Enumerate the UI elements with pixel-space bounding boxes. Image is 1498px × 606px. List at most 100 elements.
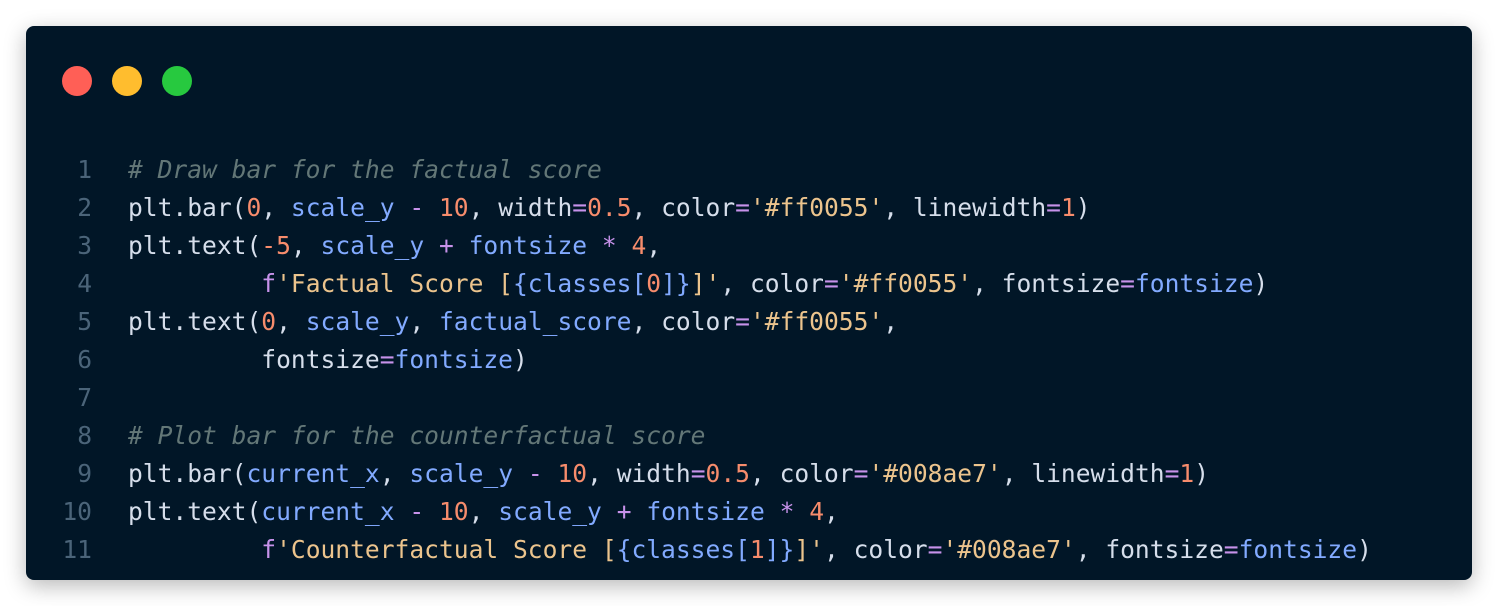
code-line: 2 plt.bar(0, scale_y - 10, width=0.5, col… [26, 189, 1472, 227]
code-line: 9 plt.bar(current_x, scale_y - 10, width=… [26, 455, 1472, 493]
code-token-plain: , [468, 497, 499, 526]
code-token-var: fontsize [394, 345, 513, 374]
code-token-plain: ) [1075, 193, 1091, 222]
code-token-var: {classes[ [616, 535, 750, 564]
code-token-op: = [735, 307, 750, 336]
code-token-num: -5 [261, 231, 291, 260]
code-token-plain: , [646, 231, 662, 260]
maximize-dot-icon[interactable] [162, 66, 192, 96]
line-number: 1 [77, 155, 92, 184]
code-token-op: * [779, 497, 795, 526]
code-token-plain: , color [823, 535, 928, 564]
code-token-plain: plt.bar( [128, 459, 247, 488]
code-token-plain: fontsize [128, 345, 380, 374]
code-token-str: ]' [794, 535, 824, 564]
code-token-str: '#008ae7' [868, 459, 1002, 488]
code-token-op: - [409, 193, 425, 222]
code-token-comment: # Draw bar for the factual score [128, 155, 602, 184]
code-token-num: 1 [1179, 459, 1195, 488]
code-token-var: ]} [661, 269, 691, 298]
code-line: 11 f'Counterfactual Score [{classes[1]}]… [26, 531, 1472, 569]
code-token-plain: , [379, 459, 410, 488]
code-token-plain: , [261, 193, 291, 222]
code-text: f'Counterfactual Score [{classes[1]}]', … [128, 531, 1372, 569]
code-token-plain: , [409, 307, 439, 336]
code-token-op: = [823, 269, 839, 298]
code-token-var: current_x [261, 497, 395, 526]
code-token-num: 4 [631, 231, 647, 260]
code-token-num: 0 [246, 193, 262, 222]
code-token-op: - [527, 459, 543, 488]
code-token-plain: , [883, 307, 899, 336]
line-number: 8 [77, 421, 92, 450]
code-token-plain: plt.text( [128, 231, 262, 260]
line-number: 9 [77, 459, 92, 488]
code-token-var: ]} [764, 535, 795, 564]
code-token-op: = [1164, 459, 1180, 488]
code-token-plain: plt.bar( [128, 193, 247, 222]
code-text: plt.text(0, scale_y, factual_score, colo… [128, 303, 898, 341]
code-token-var: factual_score [438, 307, 632, 336]
code-line: 3 plt.text(-5, scale_y + fontsize * 4, [26, 227, 1472, 265]
code-token-var: fontsize [1134, 269, 1254, 298]
code-token-op: f [261, 269, 277, 298]
code-token-var: fontsize [646, 497, 765, 526]
code-token-op: = [1120, 269, 1135, 298]
line-number: 6 [77, 345, 92, 374]
code-token-plain: ) [513, 345, 528, 374]
code-token-plain: , [290, 231, 321, 260]
code-token-var: scale_y [305, 307, 410, 336]
code-token-op: = [853, 459, 869, 488]
code-token-plain: , color [631, 193, 736, 222]
code-token-plain: , fontsize [1075, 535, 1224, 564]
code-token-op: f [261, 535, 277, 564]
code-text: # Plot bar for the counterfactual score [128, 417, 705, 455]
code-token-num: 1 [1060, 193, 1076, 222]
code-token-str: 'Counterfactual Score [ [276, 535, 617, 564]
code-token-plain: ) [1194, 459, 1210, 488]
code-line: 10 plt.text(current_x - 10, scale_y + fon… [26, 493, 1472, 531]
line-number: 11 [62, 535, 92, 564]
code-token-plain: plt.text( [128, 307, 262, 336]
close-dot-icon[interactable] [62, 66, 92, 96]
code-text: plt.bar(current_x, scale_y - 10, width=0… [128, 455, 1209, 493]
code-token-plain: , color [631, 307, 736, 336]
code-token-plain: , [824, 497, 839, 526]
code-text: plt.bar(0, scale_y - 10, width=0.5, colo… [128, 189, 1091, 227]
code-line: 5 plt.text(0, scale_y, factual_score, col… [26, 303, 1472, 341]
code-token-plain: ) [1253, 269, 1269, 298]
code-token-op: = [572, 193, 588, 222]
code-text: fontsize=fontsize) [128, 341, 528, 379]
code-token-var: scale_y [290, 193, 395, 222]
code-token-plain: , color [720, 269, 824, 298]
line-number: 3 [77, 231, 92, 260]
minimize-dot-icon[interactable] [112, 66, 142, 96]
line-number: 2 [77, 193, 92, 222]
code-token-plain: , linewidth [883, 193, 1047, 222]
code-token-plain: plt.text( [128, 497, 262, 526]
code-text: plt.text(-5, scale_y + fontsize * 4, [128, 227, 661, 265]
code-token-num: 10 [439, 193, 469, 222]
code-token-plain: , width [468, 193, 573, 222]
line-number: 10 [62, 497, 92, 526]
code-token-str: '#ff0055' [838, 269, 973, 298]
code-token-op: + [438, 231, 454, 260]
code-line: 1 # Draw bar for the factual score [26, 151, 1472, 189]
line-number: 4 [77, 269, 92, 298]
code-text: plt.text(current_x - 10, scale_y + fonts… [128, 493, 839, 531]
code-token-comment: # Plot bar for the counterfactual score [128, 421, 706, 450]
code-block: 1 # Draw bar for the factual score 2 plt.ba… [26, 151, 1472, 569]
code-token-op: = [735, 193, 750, 222]
code-token-num: 4 [809, 497, 825, 526]
